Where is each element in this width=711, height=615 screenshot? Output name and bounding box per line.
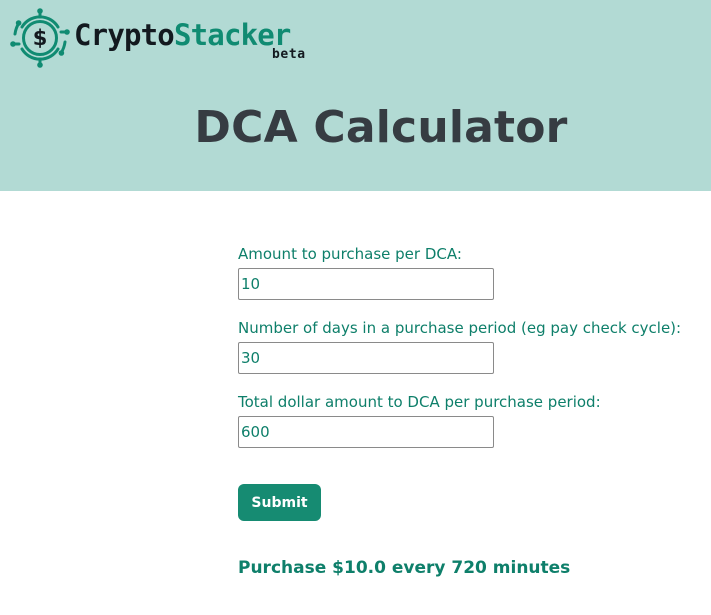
days-input[interactable] [238, 342, 494, 374]
dca-form: Amount to purchase per DCA: Number of da… [238, 244, 698, 466]
result-text: Purchase $10.0 every 720 minutes [238, 558, 571, 578]
amount-label: Amount to purchase per DCA: [238, 245, 462, 263]
days-field: Number of days in a purchase period (eg … [238, 318, 698, 374]
svg-text:$: $ [33, 26, 48, 50]
brand-name-part1: Crypto [74, 18, 175, 52]
page-title: DCA Calculator [194, 102, 568, 153]
coin-circuit-logo-icon: $ [10, 8, 70, 68]
brand-wordmark: CryptoStacker beta [74, 8, 314, 68]
total-input[interactable] [238, 416, 494, 448]
brand-name: CryptoStacker [74, 18, 291, 52]
brand-beta-tag: beta [272, 47, 306, 62]
submit-button[interactable]: Submit [238, 484, 321, 521]
total-field: Total dollar amount to DCA per purchase … [238, 392, 698, 448]
amount-input[interactable] [238, 268, 494, 300]
amount-field: Amount to purchase per DCA: [238, 244, 698, 300]
header: $ CryptoStacker beta DCA Calculator [0, 0, 711, 191]
brand-logo[interactable]: $ CryptoStacker beta [10, 8, 314, 68]
total-label: Total dollar amount to DCA per purchase … [238, 393, 601, 411]
days-label: Number of days in a purchase period (eg … [238, 319, 682, 337]
